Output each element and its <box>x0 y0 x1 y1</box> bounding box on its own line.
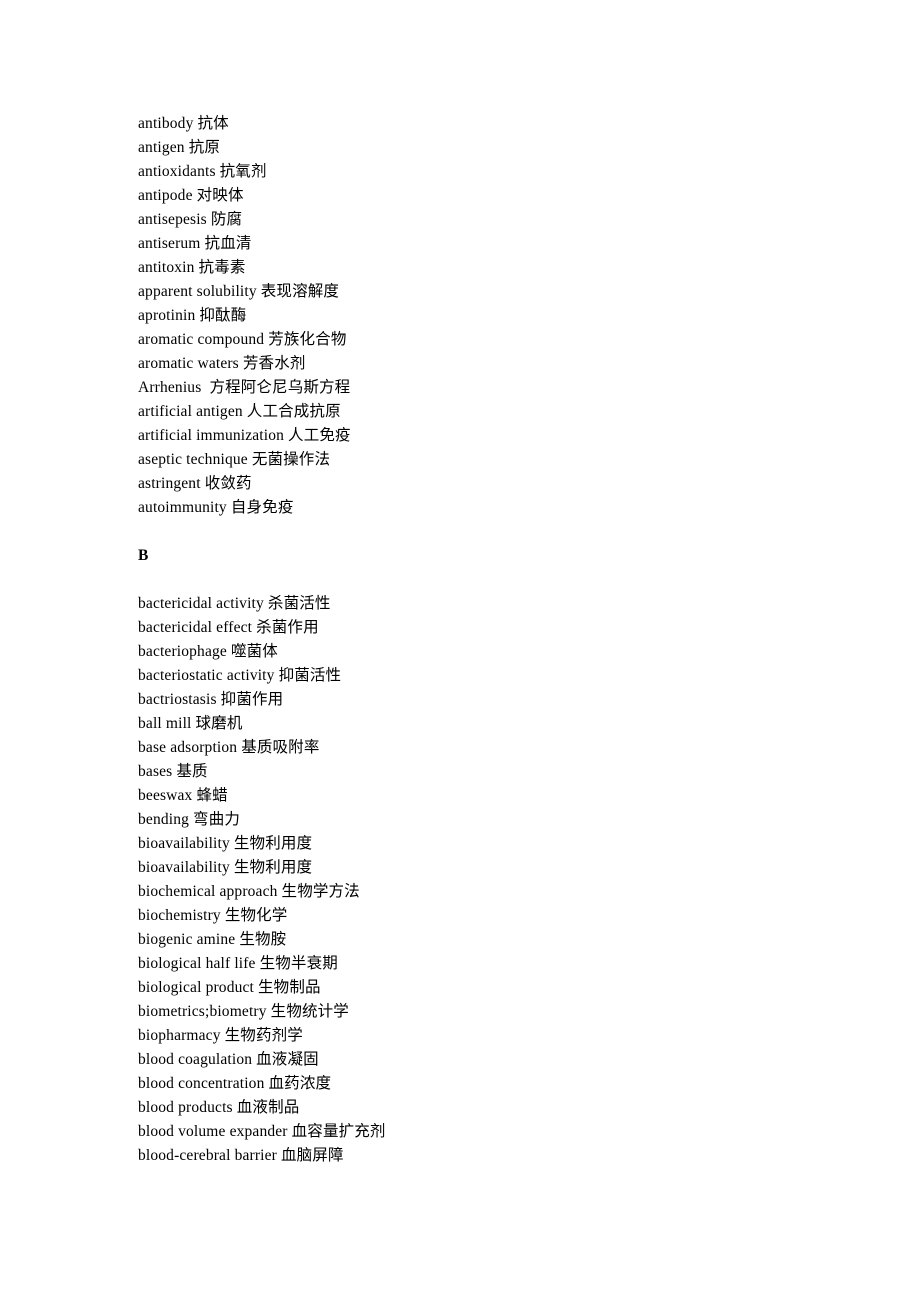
glossary-entry: bacteriophage 噬菌体 <box>138 643 278 660</box>
glossary-entry: antibody 抗体 <box>138 115 229 132</box>
glossary-entry: bactericidal activity 杀菌活性 <box>138 595 331 612</box>
glossary-entry: antiserum 抗血清 <box>138 235 252 252</box>
glossary-entry: beeswax 蜂蜡 <box>138 787 228 804</box>
glossary-entry: antitoxin 抗毒素 <box>138 259 246 276</box>
glossary-entry: biological half life 生物半衰期 <box>138 955 338 972</box>
glossary-entry: antisepesis 防腐 <box>138 211 243 228</box>
glossary-entry: biochemical approach 生物学方法 <box>138 883 360 900</box>
glossary-entry: bioavailability 生物利用度 <box>138 859 313 876</box>
glossary-entry: apparent solubility 表现溶解度 <box>138 283 340 300</box>
glossary-entry: artificial antigen 人工合成抗原 <box>138 403 341 420</box>
glossary-entry: bases 基质 <box>138 763 208 780</box>
glossary-entry: autoimmunity 自身免疫 <box>138 499 294 516</box>
glossary-entry: biometrics;biometry 生物统计学 <box>138 1003 349 1020</box>
glossary-entry: aseptic technique 无菌操作法 <box>138 451 331 468</box>
glossary-entry: blood products 血液制品 <box>138 1099 300 1116</box>
glossary-entry: bending 弯曲力 <box>138 811 241 828</box>
glossary-entry: biopharmacy 生物药剂学 <box>138 1027 303 1044</box>
glossary-entry: blood coagulation 血液凝固 <box>138 1051 319 1068</box>
glossary-entry: antipode 对映体 <box>138 187 244 204</box>
glossary-entry: blood concentration 血药浓度 <box>138 1075 332 1092</box>
glossary-entry: bioavailability 生物利用度 <box>138 835 313 852</box>
glossary-entry: blood volume expander 血容量扩充剂 <box>138 1123 386 1140</box>
glossary-entry: ball mill 球磨机 <box>138 715 243 732</box>
document-page: antibody 抗体 antigen 抗原 antioxidants 抗氧剂 ant… <box>0 0 920 1302</box>
glossary-entry: astringent 收敛药 <box>138 475 252 492</box>
glossary-entry: bactericidal effect 杀菌作用 <box>138 619 319 636</box>
glossary-entry: aromatic waters 芳香水剂 <box>138 355 306 372</box>
glossary-entry: aromatic compound 芳族化合物 <box>138 331 347 348</box>
glossary-entry: antioxidants 抗氧剂 <box>138 163 267 180</box>
glossary-entry: aprotinin 抑酞酶 <box>138 307 247 324</box>
glossary-entry: bactriostasis 抑菌作用 <box>138 691 284 708</box>
glossary-entry: antigen 抗原 <box>138 139 221 156</box>
glossary-entry: bacteriostatic activity 抑菌活性 <box>138 667 342 684</box>
glossary-entry: base adsorption 基质吸附率 <box>138 739 320 756</box>
section-heading: B <box>138 547 149 564</box>
glossary-entry: artificial immunization 人工免疫 <box>138 427 351 444</box>
glossary-entry: biochemistry 生物化学 <box>138 907 288 924</box>
glossary-entry: blood-cerebral barrier 血脑屏障 <box>138 1147 344 1164</box>
glossary-entry: Arrhenius 方程阿仑尼乌斯方程 <box>138 379 351 396</box>
glossary-entry-list: antibody 抗体 antigen 抗原 antioxidants 抗氧剂 ant… <box>138 112 920 1168</box>
glossary-entry: biogenic amine 生物胺 <box>138 931 287 948</box>
glossary-entry: biological product 生物制品 <box>138 979 321 996</box>
